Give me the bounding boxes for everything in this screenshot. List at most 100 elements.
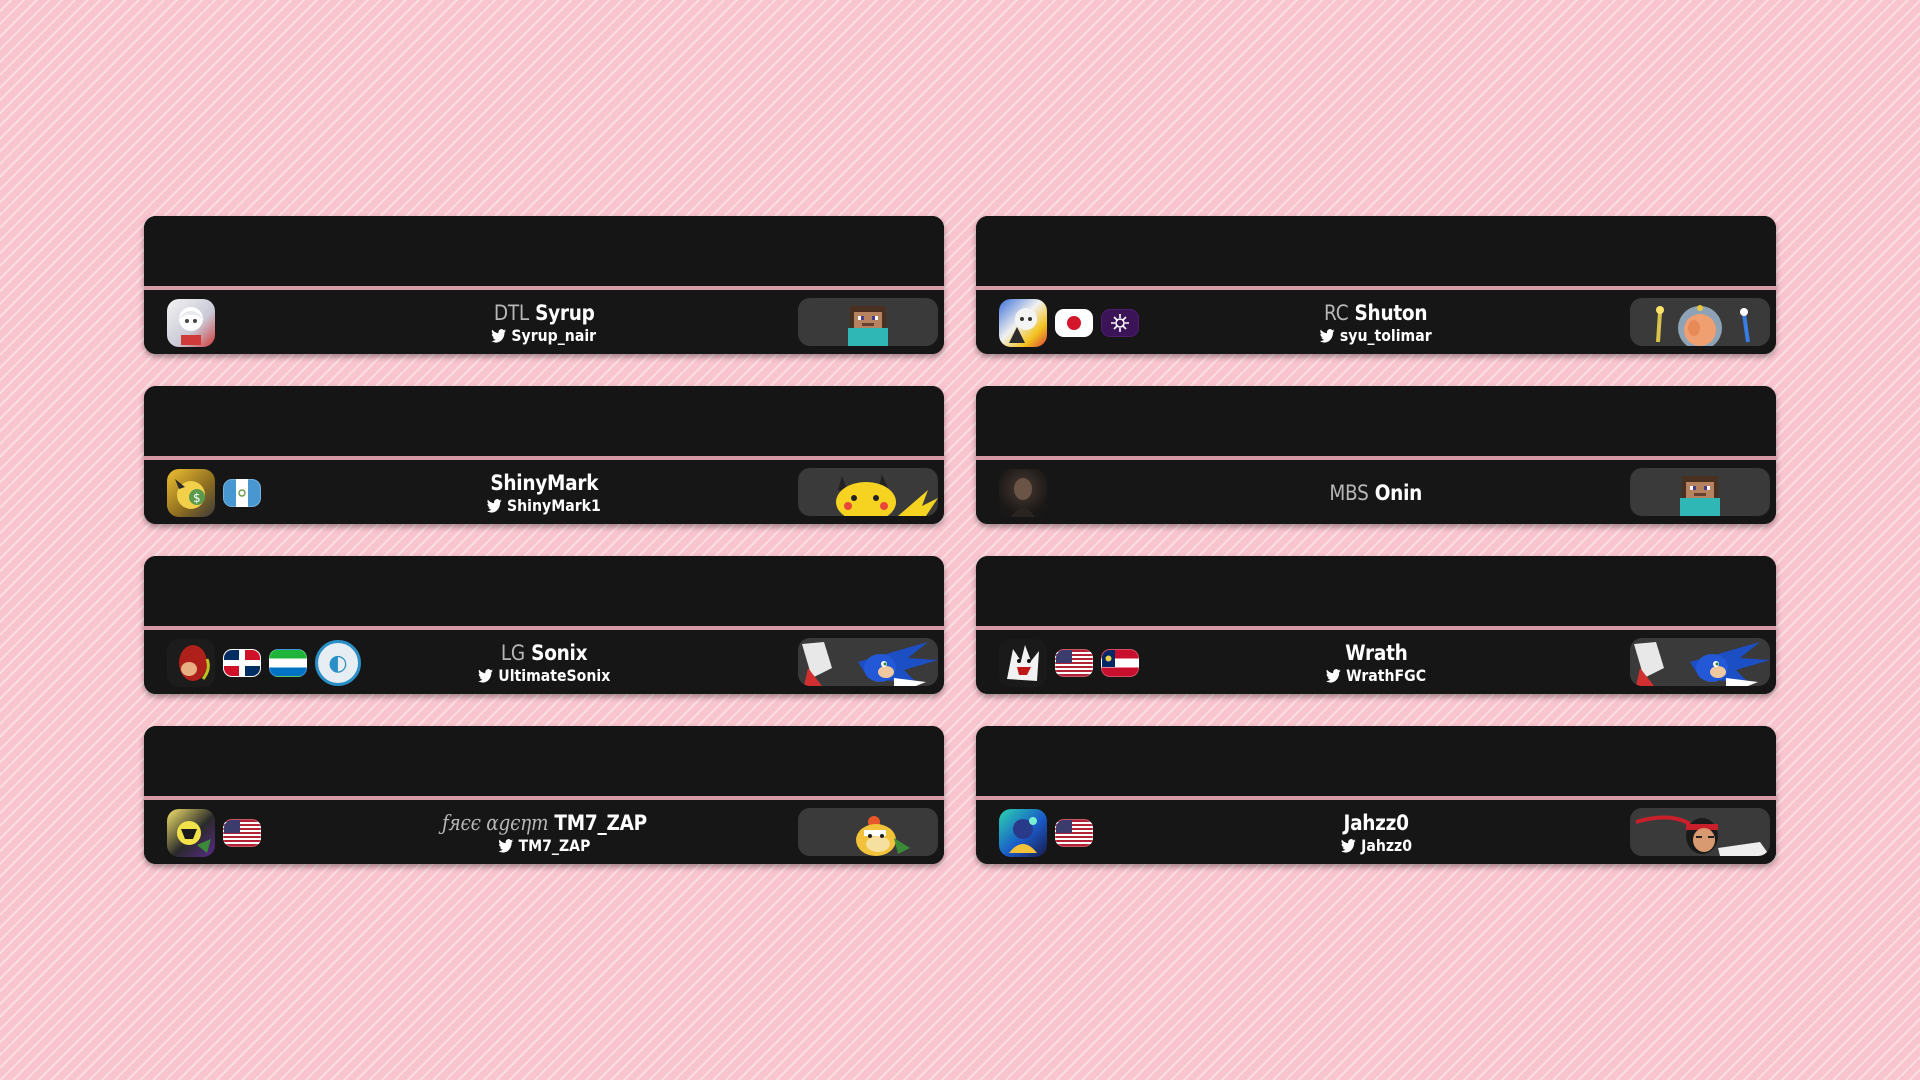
bowser-jr-character-icon	[798, 808, 938, 856]
gamer-tag: Sonix	[531, 641, 588, 665]
twitter-handle-text: Jahzz0	[1360, 836, 1412, 855]
player-grid: DTL Syrup Syrup_nair RC Shuton syu_tolim…	[144, 216, 1776, 864]
player-icons	[167, 298, 215, 348]
player-nameblock: MBS Onin	[1176, 466, 1576, 520]
sponsor-prefix: MBS	[1329, 481, 1370, 505]
player-nameblock: LG Sonix UltimateSonix	[344, 636, 744, 690]
card-header	[976, 556, 1776, 626]
twitter-icon	[498, 839, 513, 853]
twitter-handle: TM7_ZAP	[498, 836, 590, 856]
player-name: MBS Onin	[1330, 480, 1423, 506]
player-nameblock: ƒяєє αgєηт TM7_ZAP TM7_ZAP	[344, 806, 744, 860]
twitter-handle-text: WrathFGC	[1346, 666, 1427, 685]
twitter-handle: syu_tolimar	[1320, 326, 1432, 346]
player-icons	[999, 298, 1139, 348]
twitter-handle: WrathFGC	[1325, 666, 1427, 686]
player-card: ƒяєє αgєηт TM7_ZAP TM7_ZAP	[144, 726, 944, 864]
card-header	[976, 726, 1776, 796]
card-header	[976, 386, 1776, 456]
gamer-tag: Syrup	[534, 301, 595, 325]
player-name: Jahzz0	[1343, 810, 1409, 836]
player-icons: ◐	[167, 638, 361, 688]
twitter-handle-text: TM7_ZAP	[518, 836, 591, 855]
steve-minecraft-character-icon	[1630, 468, 1770, 516]
dominican-republic-flag-icon	[223, 649, 261, 677]
sketch-character-avatar-icon	[999, 639, 1047, 687]
sonic-character-icon	[1630, 638, 1770, 686]
player-card: MBS Onin	[976, 386, 1776, 524]
steve-minecraft-character-icon	[798, 298, 938, 346]
usa-flag-icon	[1055, 819, 1093, 847]
twitter-handle-text: syu_tolimar	[1340, 326, 1433, 345]
twitter-icon	[491, 329, 507, 343]
twitter-icon	[1340, 839, 1356, 853]
twitter-handle-text: Syrup_nair	[511, 326, 597, 345]
guatemala-flag-icon	[223, 479, 261, 507]
twitter-icon	[1325, 669, 1341, 683]
player-card: $ ShinyMark ShinyMark1	[144, 386, 944, 524]
gamer-tag: Wrath	[1344, 641, 1408, 665]
japan-flag-icon	[1055, 309, 1093, 337]
twitter-handle-text: UltimateSonix	[498, 666, 611, 685]
georgia-state-flag-icon	[1101, 649, 1139, 677]
twitter-handle: ShinyMark1	[487, 496, 601, 516]
pikachu-drawing-avatar-icon: $	[167, 469, 215, 517]
player-icons	[999, 468, 1047, 518]
card-header	[144, 556, 944, 626]
gamer-tag: TM7_ZAP	[553, 811, 647, 835]
red-cartoon-avatar-icon	[167, 639, 215, 687]
svg-text:$: $	[193, 491, 201, 505]
twitter-handle: UltimateSonix	[477, 666, 611, 686]
card-header	[144, 726, 944, 796]
player-name: ShinyMark	[490, 470, 598, 496]
player-nameblock: RC Shuton syu_tolimar	[1176, 296, 1576, 350]
gamer-tag: ShinyMark	[490, 471, 598, 495]
pikachu-character-icon	[798, 468, 938, 516]
olimar-character-icon	[1630, 298, 1770, 346]
character-avatar-icon	[999, 299, 1047, 347]
gamer-tag: Shuton	[1354, 301, 1428, 325]
sponsor-prefix: LG	[500, 641, 525, 665]
card-header	[976, 216, 1776, 286]
usa-flag-icon	[223, 819, 261, 847]
colorful-character-avatar-icon	[999, 809, 1047, 857]
sponsor-prefix: DTL	[493, 301, 529, 325]
player-name: DTL Syrup	[494, 300, 595, 326]
twitter-handle: Jahzz0	[1340, 836, 1412, 856]
player-icons	[167, 808, 261, 858]
twitter-handle-text: ShinyMark1	[507, 496, 602, 515]
player-name: LG Sonix	[500, 640, 588, 666]
player-nameblock: ShinyMark ShinyMark1	[344, 466, 744, 520]
sierra-leone-flag-icon	[269, 649, 307, 677]
player-nameblock: Jahzz0 Jahzz0	[1176, 806, 1576, 860]
player-card: RC Shuton syu_tolimar	[976, 216, 1776, 354]
player-name: RC Shuton	[1324, 300, 1427, 326]
player-card: ◐ LG Sonix UltimateSonix	[144, 556, 944, 694]
player-card: Wrath WrathFGC	[976, 556, 1776, 694]
twitter-handle: Syrup_nair	[491, 326, 597, 346]
player-name: ƒяєє αgєηт TM7_ZAP	[442, 810, 647, 836]
dark-portrait-avatar-icon	[999, 469, 1047, 517]
player-name: Wrath	[1344, 640, 1408, 666]
twitter-icon	[1320, 329, 1335, 343]
player-icons	[999, 808, 1093, 858]
sponsor-prefix: ƒяєє αgєηт	[441, 811, 549, 835]
team-logo-purple-icon	[1101, 309, 1139, 337]
yellow-character-avatar-icon	[167, 809, 215, 857]
usa-flag-icon	[1055, 649, 1093, 677]
gamer-tag: Jahzz0	[1343, 811, 1409, 835]
player-nameblock: Wrath WrathFGC	[1176, 636, 1576, 690]
ryu-character-icon	[1630, 808, 1770, 856]
twitter-icon	[477, 669, 493, 683]
twitter-icon	[487, 499, 502, 513]
card-header	[144, 386, 944, 456]
sonic-character-icon	[798, 638, 938, 686]
player-card: Jahzz0 Jahzz0	[976, 726, 1776, 864]
gamer-tag: Onin	[1375, 481, 1423, 505]
player-icons	[999, 638, 1139, 688]
player-icons: $	[167, 468, 261, 518]
card-header	[144, 216, 944, 286]
player-card: DTL Syrup Syrup_nair	[144, 216, 944, 354]
player-nameblock: DTL Syrup Syrup_nair	[344, 296, 744, 350]
white-haired-character-avatar-icon	[167, 299, 215, 347]
